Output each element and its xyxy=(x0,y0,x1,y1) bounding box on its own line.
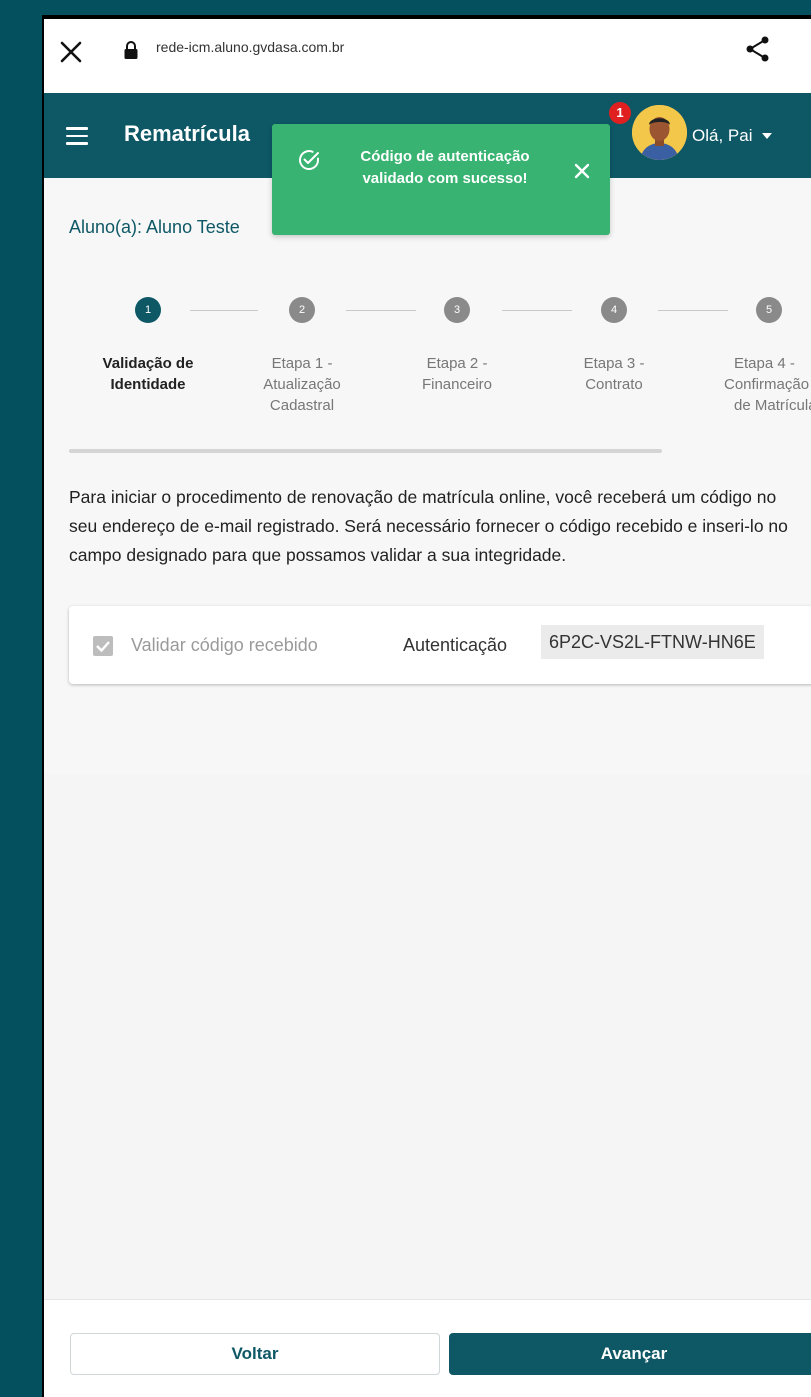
page-title: Rematrícula xyxy=(124,121,250,146)
step-3-circle[interactable]: 3 xyxy=(444,297,470,323)
step-1-circle[interactable]: 1 xyxy=(135,297,161,323)
content-area xyxy=(44,774,811,1299)
step-4-label: Etapa 3 - Contrato xyxy=(583,355,645,393)
toast-message: Código de autenticação validado com suce… xyxy=(360,148,530,187)
step-connector xyxy=(346,310,416,311)
lock-icon xyxy=(124,41,138,59)
step-connector xyxy=(658,310,728,311)
student-label: Aluno(a): Aluno Teste xyxy=(69,217,240,237)
checkmark-icon xyxy=(96,641,110,653)
back-button[interactable]: Voltar xyxy=(70,1333,440,1375)
auth-label: Autenticação xyxy=(403,635,508,655)
success-toast: Código de autenticação validado com suce… xyxy=(272,124,610,235)
next-button[interactable]: Avançar xyxy=(449,1333,811,1375)
footer-actions: Voltar Avançar xyxy=(44,1299,811,1397)
step-1-label: Validação de Identidade xyxy=(102,355,194,393)
phone-screen: rede-icm.aluno.gvdasa.com.br Rematrícula… xyxy=(44,19,811,1397)
avatar[interactable] xyxy=(632,105,687,160)
close-icon[interactable] xyxy=(57,38,85,66)
notification-badge[interactable]: 1 xyxy=(609,102,631,124)
stepper: 1 2 3 4 5 Validação de Identidade Etapa 1… xyxy=(44,289,811,469)
intro-text: Para iniciar o procedimento de renovação… xyxy=(69,487,788,565)
step-connector xyxy=(190,310,258,311)
stepper-scrollbar[interactable] xyxy=(69,449,662,453)
step-5-label: Etapa 4 - Confirmação de Matrícula xyxy=(724,355,811,414)
url-text[interactable]: rede-icm.aluno.gvdasa.com.br xyxy=(156,39,344,55)
step-5-circle[interactable]: 5 xyxy=(756,297,782,323)
validate-checkbox-label: Validar código recebido xyxy=(131,635,318,655)
step-2-label: Etapa 1 - Atualização Cadastral xyxy=(263,355,341,414)
validation-card: Validar código recebido Autenticação 6P2… xyxy=(69,606,811,684)
hamburger-menu-icon[interactable] xyxy=(66,127,88,145)
chevron-down-icon[interactable] xyxy=(762,133,772,139)
user-avatar-icon xyxy=(632,105,687,160)
check-circle-icon xyxy=(299,150,320,171)
user-greeting[interactable]: Olá, Pai xyxy=(692,126,752,146)
auth-code: 6P2C-VS2L-FTNW-HN6E xyxy=(541,625,764,659)
step-4-circle[interactable]: 4 xyxy=(601,297,627,323)
step-3-label: Etapa 2 - Financeiro xyxy=(421,355,493,393)
step-connector xyxy=(502,310,572,311)
close-icon[interactable] xyxy=(572,161,592,181)
step-2-circle[interactable]: 2 xyxy=(289,297,315,323)
share-icon[interactable] xyxy=(744,35,772,63)
browser-bar: rede-icm.aluno.gvdasa.com.br xyxy=(44,19,811,93)
validate-checkbox[interactable] xyxy=(93,636,113,656)
